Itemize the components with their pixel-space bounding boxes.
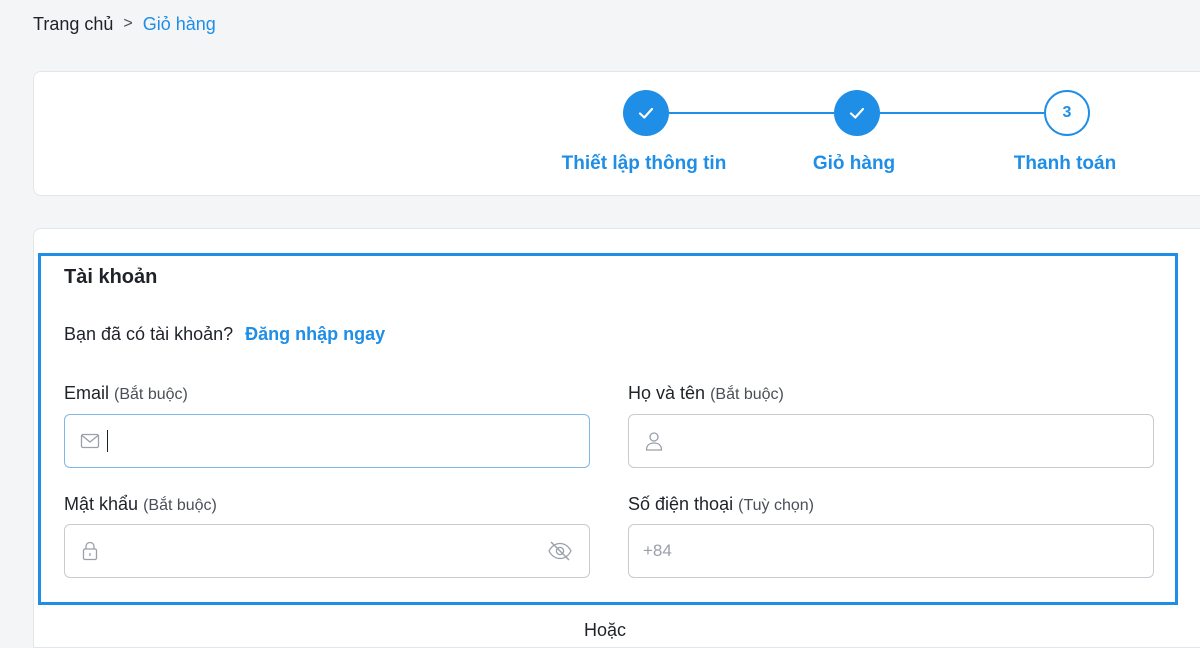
lock-icon — [79, 540, 101, 562]
section-title: Tài khoản — [64, 266, 158, 288]
email-label-text: Email — [64, 383, 110, 403]
phone-field[interactable] — [628, 524, 1154, 578]
password-label-text: Mật khẩu — [64, 494, 139, 514]
phone-optional-hint: (Tuỳ chọn) — [738, 497, 814, 514]
phone-input[interactable] — [643, 525, 1153, 577]
breadcrumb-separator: > — [123, 15, 133, 32]
email-input[interactable] — [108, 415, 589, 467]
mail-icon — [79, 430, 101, 452]
user-icon — [643, 430, 665, 452]
fullname-label: Họ và tên (Bắt buộc) — [628, 383, 784, 404]
login-prompt-row: Bạn đã có tài khoản? Đăng nhập ngay — [64, 324, 385, 345]
password-field[interactable] — [64, 524, 590, 578]
breadcrumb: Trang chủ > Giỏ hàng — [33, 12, 216, 36]
email-label: Email (Bắt buộc) — [64, 383, 188, 404]
password-required-hint: (Bắt buộc) — [143, 497, 217, 514]
eye-off-icon[interactable] — [547, 540, 573, 567]
password-label: Mật khẩu (Bắt buộc) — [64, 494, 217, 515]
step-connector-2 — [880, 112, 1044, 114]
login-prompt-text: Bạn đã có tài khoản? — [64, 324, 234, 344]
fullname-label-text: Họ và tên — [628, 383, 706, 403]
phone-label-text: Số điện thoại — [628, 494, 734, 514]
phone-label: Số điện thoại (Tuỳ chọn) — [628, 494, 814, 515]
step-1-label: Thiết lập thông tin — [561, 153, 727, 174]
step-1-indicator — [623, 90, 669, 136]
step-connector-1 — [669, 112, 834, 114]
check-icon — [638, 107, 654, 119]
step-2-label: Giỏ hàng — [812, 153, 896, 174]
checkout-stepper: 3 Thiết lập thông tin Giỏ hàng Thanh toá… — [33, 71, 1200, 196]
fullname-required-hint: (Bắt buộc) — [710, 386, 784, 403]
email-required-hint: (Bắt buộc) — [114, 386, 188, 403]
check-icon — [849, 107, 865, 119]
or-divider-text: Hoặc — [584, 620, 627, 640]
breadcrumb-current[interactable]: Giỏ hàng — [143, 12, 216, 36]
fullname-field[interactable] — [628, 414, 1154, 468]
step-3-indicator: 3 — [1044, 90, 1090, 136]
password-input[interactable] — [107, 525, 589, 577]
email-field[interactable] — [64, 414, 590, 468]
login-link[interactable]: Đăng nhập ngay — [245, 324, 385, 345]
fullname-input[interactable] — [671, 415, 1153, 467]
step-2-indicator — [834, 90, 880, 136]
step-3-label: Thanh toán — [1013, 153, 1117, 174]
breadcrumb-home-link[interactable]: Trang chủ — [33, 12, 113, 36]
